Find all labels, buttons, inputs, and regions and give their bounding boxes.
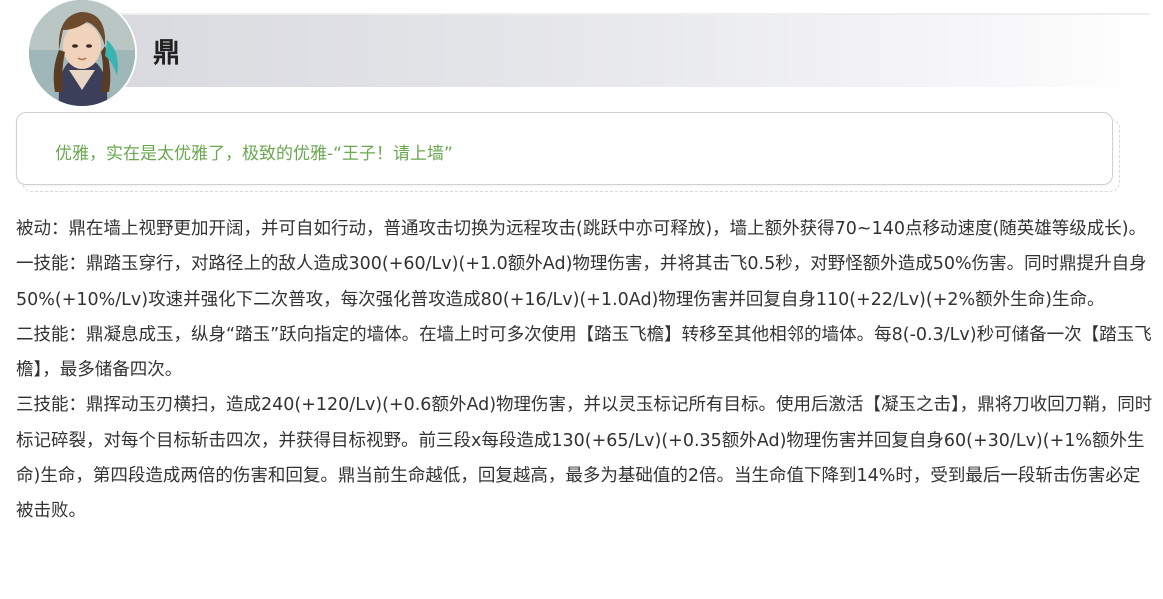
- skill-1: 一技能：鼎踏玉穿行，对路径上的敌人造成300(+60/Lv)(+1.0额外Ad)…: [16, 254, 1147, 310]
- hero-name: 鼎: [153, 38, 181, 69]
- skill-description: 被动：鼎在墙上视野更加开阔，并可自如行动，普通攻击切换为远程攻击(跳跃中亦可释放…: [16, 212, 1154, 530]
- hero-portrait-icon: [29, 0, 135, 106]
- hero-avatar: [29, 0, 135, 106]
- skill-3: 三技能：鼎挥动玉刃横扫，造成240(+120/Lv)(+0.6额外Ad)物理伤害…: [16, 395, 1153, 522]
- quote-box: 优雅，实在是太优雅了，极致的优雅-“王子！请上墙”: [16, 112, 1113, 185]
- skill-passive: 被动：鼎在墙上视野更加开阔，并可自如行动，普通攻击切换为远程攻击(跳跃中亦可释放…: [16, 219, 1147, 239]
- hero-header-bar: [90, 13, 1150, 87]
- skill-2: 二技能：鼎凝息成玉，纵身“踏玉”跃向指定的墙体。在墙上时可多次使用【踏玉飞檐】转…: [16, 324, 1152, 381]
- hero-quote: 优雅，实在是太优雅了，极致的优雅-“王子！请上墙”: [55, 144, 453, 164]
